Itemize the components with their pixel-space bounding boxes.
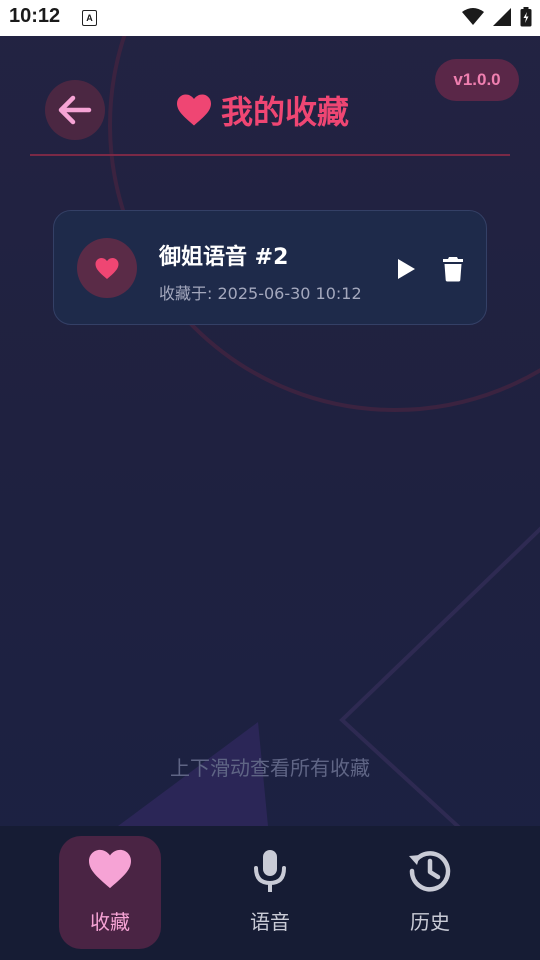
signal-icon (492, 7, 511, 26)
nav-item-favorites[interactable]: 收藏 (59, 836, 161, 949)
heart-icon (95, 257, 119, 279)
favorite-saved-time: 收藏于: 2025-06-30 10:12 (159, 284, 362, 303)
history-icon (379, 848, 481, 894)
play-button[interactable] (394, 256, 418, 282)
heart-icon (175, 93, 213, 127)
heart-icon (59, 848, 161, 890)
wifi-icon (461, 7, 484, 25)
nav-label-voice: 语音 (250, 910, 290, 934)
microphone-icon (219, 848, 321, 894)
status-icons (458, 6, 532, 27)
nav-item-voice[interactable]: 语音 (219, 836, 321, 949)
scroll-hint: 上下滑动查看所有收藏 (170, 756, 370, 780)
favorite-heart-badge (77, 238, 137, 298)
nav-label-history: 历史 (410, 910, 450, 934)
version-badge: v1.0.0 (435, 59, 519, 101)
notification-icon: A (82, 10, 97, 26)
background-decoration (108, 0, 540, 905)
arrow-left-icon (58, 95, 92, 125)
page-title-text: 我的收藏 (221, 93, 350, 131)
header-divider (30, 154, 510, 156)
trash-icon (443, 257, 463, 282)
favorite-title: 御姐语音 #2 (159, 245, 289, 270)
battery-icon (520, 6, 532, 26)
back-button[interactable] (45, 80, 105, 140)
status-time: 10:12 (9, 5, 61, 27)
nav-label-favorites: 收藏 (90, 910, 130, 934)
page-title: 我的收藏 (175, 88, 349, 132)
bottom-nav: 收藏 语音 历史 (0, 826, 540, 960)
delete-button[interactable] (440, 255, 466, 283)
favorite-card[interactable]: 御姐语音 #2 收藏于: 2025-06-30 10:12 (53, 210, 487, 325)
status-bar: 10:12 A (0, 0, 540, 36)
nav-item-history[interactable]: 历史 (379, 836, 481, 949)
play-icon (398, 259, 415, 279)
